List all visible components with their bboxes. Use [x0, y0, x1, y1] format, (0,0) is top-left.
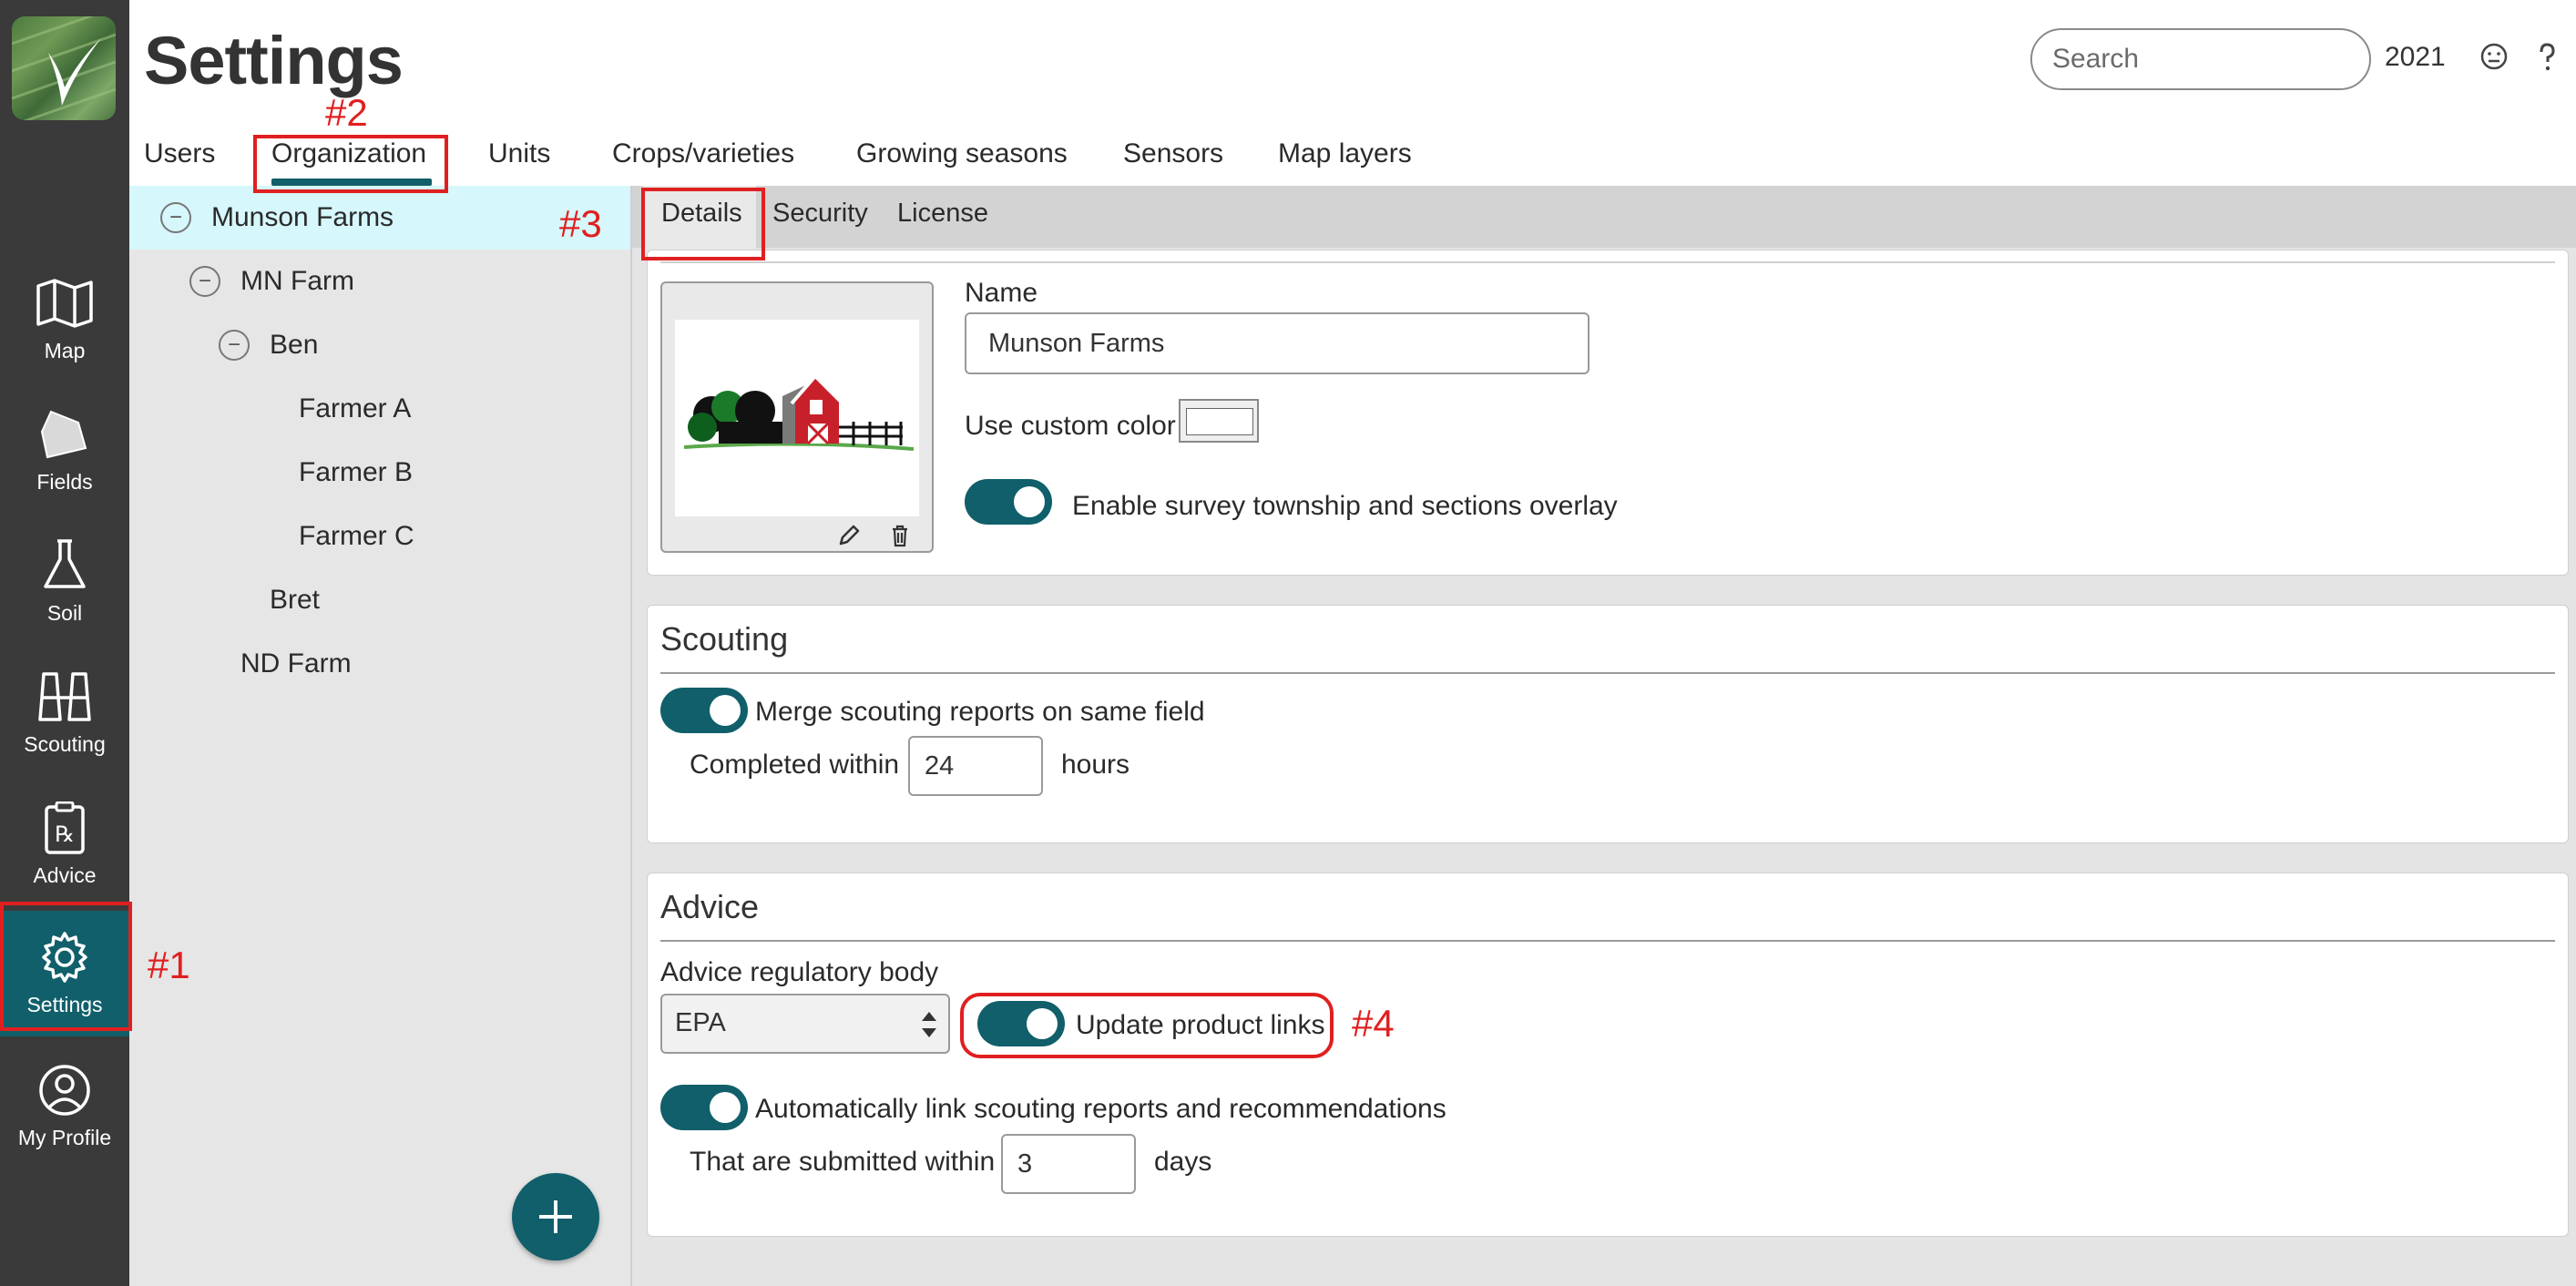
submitted-within-input[interactable] [1001, 1134, 1136, 1194]
feedback-smiley-icon[interactable] [2478, 40, 2510, 73]
rail-item-scouting[interactable]: Scouting [0, 650, 129, 776]
regulatory-body-select[interactable]: EPA [660, 994, 950, 1054]
organization-logo-image [675, 320, 919, 516]
details-panel: Details Security License Name Munson Far… [632, 186, 2576, 1286]
year-selector[interactable]: 2021 [2385, 42, 2446, 73]
advice-heading: Advice [660, 888, 760, 925]
name-label: Name [965, 278, 1038, 308]
rail-item-advice[interactable]: ℞ Advice [0, 781, 129, 907]
hours-label: hours [1061, 750, 1130, 780]
annotation-box-4 [960, 993, 1334, 1058]
rail-label-fields: Fields [36, 469, 93, 494]
custom-color-label: Use custom color [965, 411, 1176, 441]
auto-link-toggle[interactable] [660, 1085, 748, 1130]
svg-text:℞: ℞ [55, 822, 75, 847]
rail-item-soil[interactable]: Soil [0, 519, 129, 645]
nav-rail: Map Fields Soil Scouting ℞ Advice Settin… [0, 0, 129, 1286]
rail-item-fields[interactable]: Fields [0, 388, 129, 514]
details-card: Name Use custom color Enable survey town… [647, 250, 2569, 576]
tree-item-label: ND Farm [240, 648, 352, 679]
tab-users[interactable]: Users [144, 138, 215, 169]
auto-link-label: Automatically link scouting reports and … [755, 1094, 1446, 1124]
subtab-security[interactable]: Security [772, 199, 868, 229]
annotation-box-1 [0, 902, 132, 1031]
collapse-icon[interactable]: − [189, 266, 220, 297]
rail-item-my-profile[interactable]: My Profile [0, 1044, 129, 1169]
select-arrows-icon [922, 1012, 936, 1037]
collapse-icon[interactable]: − [219, 330, 250, 361]
survey-overlay-toggle[interactable] [965, 479, 1052, 525]
tree-item-label: MN Farm [240, 266, 354, 296]
tab-growing-seasons[interactable]: Growing seasons [856, 138, 1068, 169]
tree-item-mn-farm[interactable]: − MN Farm [129, 250, 630, 313]
prescription-icon: ℞ [45, 801, 85, 854]
organization-logo-box [660, 281, 934, 553]
name-input[interactable] [965, 312, 1590, 374]
tree-item-farmer-a[interactable]: Farmer A [129, 377, 630, 441]
survey-overlay-label: Enable survey township and sections over… [1072, 491, 1618, 521]
field-icon [40, 410, 87, 458]
regulatory-body-value: EPA [675, 1008, 726, 1037]
rail-label-advice: Advice [33, 862, 97, 887]
rail-label-soil: Soil [46, 600, 83, 625]
annotation-box-3 [641, 188, 765, 260]
merge-scouting-label: Merge scouting reports on same field [755, 697, 1205, 727]
completed-within-input[interactable] [908, 736, 1043, 796]
delete-trash-icon[interactable] [886, 522, 914, 549]
merge-scouting-toggle[interactable] [660, 688, 748, 733]
days-label: days [1154, 1147, 1212, 1177]
plus-icon [539, 1200, 572, 1233]
tab-crops-varieties[interactable]: Crops/varieties [612, 138, 794, 169]
help-icon[interactable] [2530, 40, 2563, 73]
scouting-heading: Scouting [660, 620, 789, 658]
map-icon [36, 278, 93, 328]
rail-label-my-profile: My Profile [17, 1125, 112, 1149]
tree-item-farmer-c[interactable]: Farmer C [129, 505, 630, 568]
annotation-label-1: #1 [148, 944, 190, 986]
rail-label-map: Map [44, 338, 86, 362]
completed-within-label: Completed within [690, 750, 900, 780]
scouting-card: Scouting Merge scouting reports on same … [647, 605, 2569, 843]
tree-item-bret[interactable]: Bret [129, 568, 630, 632]
tree-item-label: Ben [270, 330, 319, 360]
edit-pencil-icon[interactable] [835, 522, 863, 549]
organization-tree: − Munson Farms − MN Farm − Ben Farmer A … [129, 186, 632, 1286]
annotation-label-3: #3 [559, 202, 602, 245]
add-button[interactable] [512, 1173, 599, 1260]
app-logo[interactable] [12, 16, 116, 120]
advice-card: Advice Advice regulatory body EPA Update… [647, 873, 2569, 1237]
flask-icon [44, 538, 86, 588]
annotation-label-2: #2 [325, 91, 368, 134]
divider [660, 940, 2555, 942]
page-title: Settings [144, 23, 404, 98]
annotation-box-2 [253, 135, 448, 193]
search-input[interactable] [2030, 28, 2371, 90]
tree-item-farmer-b[interactable]: Farmer B [129, 441, 630, 505]
divider [660, 672, 2555, 674]
profile-icon [39, 1064, 90, 1116]
tree-item-label: Farmer B [299, 457, 414, 487]
tree-item-label: Munson Farms [211, 202, 394, 232]
rail-label-scouting: Scouting [24, 731, 106, 756]
tab-map-layers[interactable]: Map layers [1278, 138, 1412, 169]
tree-item-nd-farm[interactable]: ND Farm [129, 632, 630, 696]
tree-item-label: Farmer A [299, 393, 412, 424]
divider [660, 261, 2555, 263]
tree-item-label: Farmer C [299, 521, 414, 551]
custom-color-picker[interactable] [1179, 399, 1259, 443]
tree-item-ben[interactable]: − Ben [129, 313, 630, 377]
tree-item-label: Bret [270, 585, 321, 615]
regulatory-body-label: Advice regulatory body [660, 957, 939, 987]
binoculars-icon [38, 671, 91, 721]
tab-sensors[interactable]: Sensors [1123, 138, 1223, 169]
rail-item-map[interactable]: Map [0, 257, 129, 383]
tab-units[interactable]: Units [488, 138, 550, 169]
subtab-license[interactable]: License [897, 199, 988, 229]
subtab-bar: Details Security License [632, 186, 2576, 253]
annotation-label-4: #4 [1352, 1002, 1395, 1045]
collapse-icon[interactable]: − [160, 202, 191, 233]
submitted-within-label: That are submitted within [690, 1147, 996, 1177]
tree-item-munson-farms[interactable]: − Munson Farms [129, 186, 630, 250]
